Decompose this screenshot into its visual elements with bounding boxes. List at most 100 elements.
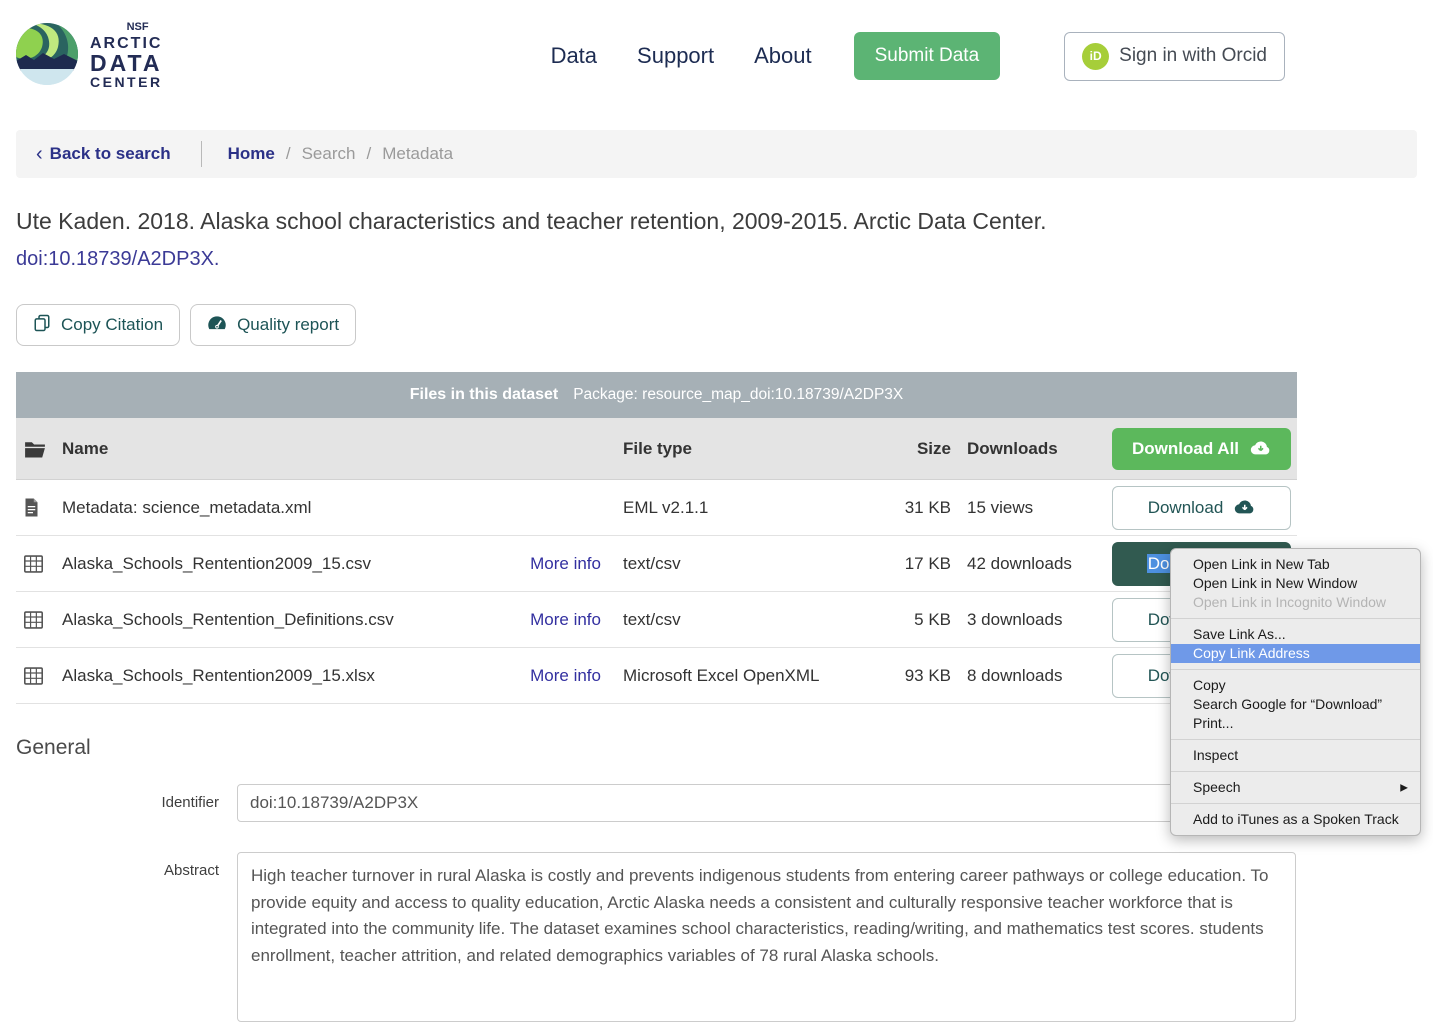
folder-open-icon xyxy=(16,440,62,458)
menu-separator xyxy=(1171,669,1420,670)
menu-item-open-new-tab[interactable]: Open Link in New Tab xyxy=(1171,555,1420,574)
menu-item-print[interactable]: Print... xyxy=(1171,714,1420,733)
file-name[interactable]: Alaska_Schools_Rentention2009_15.xlsx xyxy=(62,666,375,686)
file-name[interactable]: Metadata: science_metadata.xml xyxy=(62,498,311,518)
arctic-data-center-logo[interactable]: NSF Arctic Data Center xyxy=(16,22,163,89)
main-nav: Data Support About Submit Data iD Sign i… xyxy=(551,32,1285,81)
files-table-column-header: Name File type Size Downloads Download A… xyxy=(16,418,1297,480)
download-label: Download xyxy=(1148,498,1224,518)
cloud-download-icon xyxy=(1249,440,1271,457)
nav-about[interactable]: About xyxy=(754,43,812,69)
logo-center: Center xyxy=(90,75,163,89)
files-table-header-band: Files in this dataset Package: resource_… xyxy=(16,372,1297,418)
table-grid-icon xyxy=(16,555,62,573)
sign-in-orcid-button[interactable]: iD Sign in with Orcid xyxy=(1064,32,1285,81)
file-text-icon xyxy=(16,498,62,517)
table-row: Alaska_Schools_Rentention2009_15.csv Mor… xyxy=(16,536,1297,592)
table-row: Alaska_Schools_Rentention2009_15.xlsx Mo… xyxy=(16,648,1297,704)
breadcrumb-separator: / xyxy=(286,144,291,164)
aurora-globe-icon xyxy=(16,23,78,90)
logo-nsf: NSF xyxy=(127,22,149,33)
package-id: Package: resource_map_doi:10.18739/A2DP3… xyxy=(573,386,903,404)
breadcrumb-search: Search xyxy=(302,144,356,164)
logo-data: Data xyxy=(90,52,163,75)
tachometer-icon xyxy=(207,314,227,337)
quality-report-label: Quality report xyxy=(237,315,339,335)
column-file-type: File type xyxy=(623,439,861,459)
abstract-label: Abstract xyxy=(0,852,219,879)
file-downloads: 42 downloads xyxy=(951,554,1112,574)
dataset-citation-title: Ute Kaden. 2018. Alaska school character… xyxy=(16,208,1417,235)
copy-citation-label: Copy Citation xyxy=(61,315,163,335)
file-size: 5 KB xyxy=(861,610,951,630)
context-menu: Open Link in New Tab Open Link in New Wi… xyxy=(1170,548,1421,836)
chevron-left-icon: ‹ xyxy=(36,144,43,164)
menu-item-search-google[interactable]: Search Google for “Download” xyxy=(1171,695,1420,714)
copy-icon xyxy=(33,313,51,338)
logo-wordmark: NSF Arctic Data Center xyxy=(90,22,163,89)
table-grid-icon xyxy=(16,667,62,685)
back-to-search-link[interactable]: ‹ Back to search xyxy=(36,144,171,164)
menu-item-save-link-as[interactable]: Save Link As... xyxy=(1171,625,1420,644)
breadcrumb-metadata: Metadata xyxy=(382,144,453,164)
breadcrumb-divider xyxy=(201,141,202,167)
file-type: text/csv xyxy=(623,610,861,630)
abstract-row: Abstract High teacher turnover in rural … xyxy=(0,852,1433,1022)
nav-support[interactable]: Support xyxy=(637,43,714,69)
more-info-link[interactable]: More info xyxy=(530,554,601,574)
column-downloads: Downloads xyxy=(951,439,1112,459)
submit-data-button[interactable]: Submit Data xyxy=(854,32,1001,80)
table-row: Metadata: science_metadata.xml EML v2.1.… xyxy=(16,480,1297,536)
download-button[interactable]: Download xyxy=(1112,486,1291,530)
file-downloads: 8 downloads xyxy=(951,666,1112,686)
download-all-button[interactable]: Download All xyxy=(1112,428,1291,470)
menu-item-add-to-itunes[interactable]: Add to iTunes as a Spoken Track xyxy=(1171,810,1420,829)
file-size: 93 KB xyxy=(861,666,951,686)
menu-item-open-incognito: Open Link in Incognito Window xyxy=(1171,593,1420,612)
identifier-label: Identifier xyxy=(0,784,219,811)
menu-separator xyxy=(1171,771,1420,772)
citation-actions: Copy Citation Quality report xyxy=(16,304,1417,346)
menu-item-open-new-window[interactable]: Open Link in New Window xyxy=(1171,574,1420,593)
file-type: EML v2.1.1 xyxy=(623,498,861,518)
menu-item-inspect[interactable]: Inspect xyxy=(1171,746,1420,765)
copy-citation-button[interactable]: Copy Citation xyxy=(16,304,180,346)
file-name[interactable]: Alaska_Schools_Rentention2009_15.csv xyxy=(62,554,371,574)
table-row: Alaska_Schools_Rentention_Definitions.cs… xyxy=(16,592,1297,648)
menu-separator xyxy=(1171,803,1420,804)
file-type: Microsoft Excel OpenXML xyxy=(623,666,861,686)
back-to-search-label: Back to search xyxy=(50,144,171,164)
menu-item-speech[interactable]: Speech ▶ xyxy=(1171,778,1420,797)
orcid-id-icon: iD xyxy=(1082,43,1109,70)
abstract-textarea[interactable]: High teacher turnover in rural Alaska is… xyxy=(237,852,1296,1022)
doi-link[interactable]: doi:10.18739/A2DP3X. xyxy=(16,248,220,271)
menu-separator xyxy=(1171,739,1420,740)
selected-text: Do xyxy=(1147,554,1171,573)
download-all-label: Download All xyxy=(1132,439,1239,459)
submenu-arrow-icon: ▶ xyxy=(1400,778,1408,797)
column-size: Size xyxy=(861,439,951,459)
file-downloads: 15 views xyxy=(951,498,1112,518)
breadcrumb-separator: / xyxy=(366,144,371,164)
more-info-link[interactable]: More info xyxy=(530,666,601,686)
menu-item-copy-link-address[interactable]: Copy Link Address xyxy=(1171,644,1420,663)
column-name: Name xyxy=(62,439,108,459)
files-table: Files in this dataset Package: resource_… xyxy=(16,372,1297,704)
breadcrumb-home[interactable]: Home xyxy=(228,144,275,164)
cloud-download-icon xyxy=(1233,499,1255,516)
more-info-link[interactable]: More info xyxy=(530,610,601,630)
file-downloads: 3 downloads xyxy=(951,610,1112,630)
nav-data[interactable]: Data xyxy=(551,43,597,69)
file-size: 17 KB xyxy=(861,554,951,574)
table-grid-icon xyxy=(16,611,62,629)
files-table-title: Files in this dataset xyxy=(410,386,558,404)
identifier-input[interactable] xyxy=(237,784,1296,822)
sign-in-label: Sign in with Orcid xyxy=(1119,45,1267,67)
menu-item-copy[interactable]: Copy xyxy=(1171,676,1420,695)
breadcrumb: ‹ Back to search Home / Search / Metadat… xyxy=(16,130,1417,178)
site-header: NSF Arctic Data Center Data Support Abou… xyxy=(0,0,1433,112)
quality-report-button[interactable]: Quality report xyxy=(190,304,356,346)
file-name[interactable]: Alaska_Schools_Rentention_Definitions.cs… xyxy=(62,610,394,630)
file-size: 31 KB xyxy=(861,498,951,518)
file-type: text/csv xyxy=(623,554,861,574)
